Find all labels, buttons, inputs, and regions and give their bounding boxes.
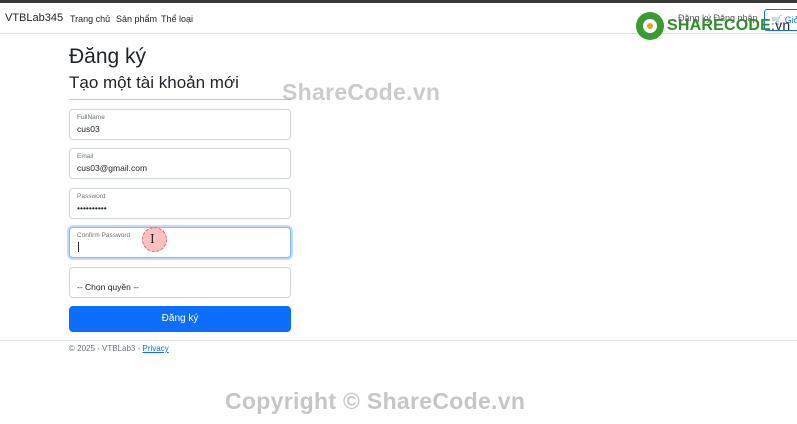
watermark-middle: ShareCode.vn: [282, 79, 441, 105]
watermark-bottom: Copyright © ShareCode.vn: [225, 388, 526, 414]
nav-link-categories[interactable]: Thể loại: [161, 14, 193, 24]
password-label: Password: [77, 193, 106, 200]
navbar-brand[interactable]: VTBLab345: [5, 12, 63, 24]
sharecode-logo-icon: [636, 12, 664, 40]
text-caret: [78, 242, 79, 252]
role-select[interactable]: -- Chọn quyền --: [69, 267, 291, 298]
footer: © 2025 - VTBLab3 - Privacy: [69, 344, 169, 353]
nav-link-home[interactable]: Trang chủ: [70, 14, 110, 24]
page-subtitle: Tạo một tài khoản mới: [69, 73, 239, 92]
privacy-link[interactable]: Privacy: [143, 344, 169, 353]
email-field[interactable]: Email cus03@gmail.com: [69, 148, 291, 179]
register-button[interactable]: Đăng ký: [69, 306, 291, 332]
fullname-label: FullName: [77, 114, 105, 121]
footer-divider: [0, 340, 797, 341]
password-value: ••••••••••: [77, 203, 107, 213]
fullname-value: cus03: [77, 124, 100, 134]
title-divider: [69, 99, 291, 100]
sharecode-logo-text: SHARECODE.vn: [667, 17, 791, 34]
role-select-value: -- Chọn quyền --: [77, 282, 139, 292]
email-label: Email: [77, 153, 94, 160]
confirm-password-field[interactable]: Confirm Password: [69, 227, 291, 258]
sharecode-logo: SHARECODE.vn: [636, 12, 790, 40]
confirm-password-label: Confirm Password: [77, 232, 131, 239]
password-field[interactable]: Password ••••••••••: [69, 188, 291, 219]
page-title: Đăng ký: [69, 45, 147, 68]
text-cursor-icon: I: [150, 232, 155, 246]
email-value: cus03@gmail.com: [77, 163, 148, 173]
fullname-field[interactable]: FullName cus03: [69, 109, 291, 140]
footer-copyright: © 2025 - VTBLab3 -: [69, 344, 143, 353]
nav-link-products[interactable]: Sản phẩm: [116, 14, 157, 24]
